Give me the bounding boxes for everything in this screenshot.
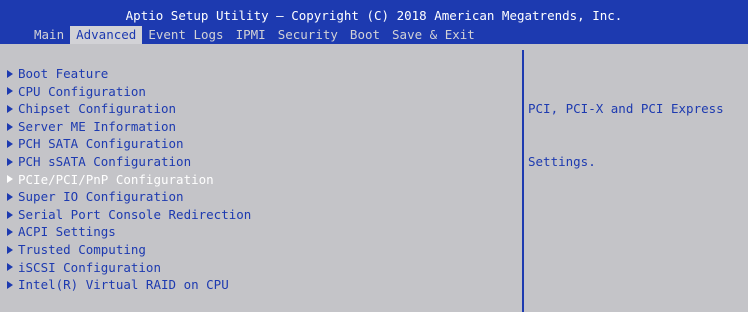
right-triangle-icon bbox=[7, 122, 13, 131]
menu-item-intel-virtual-raid-on-cpu[interactable]: Intel(R) Virtual RAID on CPU bbox=[6, 276, 251, 294]
menu-item-pcie-pci-pnp-configuration[interactable]: PCIe/PCI/PnP Configuration bbox=[6, 171, 251, 189]
menu-item-boot-feature[interactable]: Boot Feature bbox=[6, 65, 251, 83]
menu-item-acpi-settings[interactable]: ACPI Settings bbox=[6, 223, 251, 241]
menu-item-super-io-configuration[interactable]: Super IO Configuration bbox=[6, 188, 251, 206]
menu-item-label: Trusted Computing bbox=[18, 241, 146, 257]
right-triangle-icon bbox=[7, 228, 13, 237]
menu-item-label: CPU Configuration bbox=[18, 83, 146, 99]
right-triangle-icon bbox=[7, 245, 13, 254]
right-triangle-icon bbox=[7, 280, 13, 289]
tab-ipmi[interactable]: IPMI bbox=[230, 26, 272, 44]
right-triangle-icon bbox=[7, 263, 13, 272]
tab-main[interactable]: Main bbox=[28, 26, 70, 44]
right-triangle-icon bbox=[7, 69, 13, 78]
menu-item-trusted-computing[interactable]: Trusted Computing bbox=[6, 241, 251, 259]
menu-item-label: Serial Port Console Redirection bbox=[18, 206, 252, 222]
menu-item-label: Chipset Configuration bbox=[18, 101, 177, 117]
menu-item-chipset-configuration[interactable]: Chipset Configuration bbox=[6, 100, 251, 118]
tab-advanced[interactable]: Advanced bbox=[70, 26, 143, 44]
right-triangle-icon bbox=[7, 192, 13, 201]
main-panel: Boot Feature CPU Configuration Chipset C… bbox=[0, 50, 748, 312]
right-triangle-icon bbox=[7, 175, 13, 184]
right-triangle-icon bbox=[7, 140, 13, 149]
bios-setup-screen: Aptio Setup Utility – Copyright (C) 2018… bbox=[0, 0, 748, 312]
right-triangle-icon bbox=[7, 210, 13, 219]
menu-bar: Main Advanced Event Logs IPMI Security B… bbox=[28, 26, 481, 44]
header-bar: Aptio Setup Utility – Copyright (C) 2018… bbox=[0, 0, 748, 44]
menu-item-pch-ssata-configuration[interactable]: PCH sSATA Configuration bbox=[6, 153, 251, 171]
menu-item-label: Server ME Information bbox=[18, 118, 177, 134]
menu-item-label: PCH sSATA Configuration bbox=[18, 153, 192, 169]
app-title: Aptio Setup Utility – Copyright (C) 2018… bbox=[125, 8, 623, 23]
tab-boot[interactable]: Boot bbox=[344, 26, 386, 44]
right-triangle-icon bbox=[7, 87, 13, 96]
menu-item-server-me-information[interactable]: Server ME Information bbox=[6, 118, 251, 136]
tab-save-exit[interactable]: Save & Exit bbox=[386, 26, 481, 44]
menu-item-label: Intel(R) Virtual RAID on CPU bbox=[18, 277, 229, 293]
panel-divider bbox=[522, 50, 524, 312]
menu-item-label: PCIe/PCI/PnP Configuration bbox=[18, 171, 214, 187]
tab-security[interactable]: Security bbox=[272, 26, 344, 44]
help-text-line: Settings. bbox=[528, 153, 596, 169]
menu-item-iscsi-configuration[interactable]: iSCSI Configuration bbox=[6, 259, 251, 277]
menu-item-label: Boot Feature bbox=[18, 66, 109, 81]
menu-item-cpu-configuration[interactable]: CPU Configuration bbox=[6, 83, 251, 101]
menu-item-serial-port-console-redirection[interactable]: Serial Port Console Redirection bbox=[6, 206, 251, 224]
tab-event-logs[interactable]: Event Logs bbox=[142, 26, 229, 44]
menu-item-label: Super IO Configuration bbox=[18, 189, 184, 205]
submenu-list: Boot Feature CPU Configuration Chipset C… bbox=[6, 65, 251, 294]
help-panel: PCI, PCI-X and PCI Express Settings. bbox=[528, 65, 742, 206]
menu-item-pch-sata-configuration[interactable]: PCH SATA Configuration bbox=[6, 135, 251, 153]
right-triangle-icon bbox=[7, 157, 13, 166]
menu-item-label: PCH SATA Configuration bbox=[18, 136, 184, 152]
help-text-line: PCI, PCI-X and PCI Express bbox=[528, 101, 724, 117]
right-triangle-icon bbox=[7, 104, 13, 113]
menu-item-label: ACPI Settings bbox=[18, 224, 116, 240]
menu-item-label: iSCSI Configuration bbox=[18, 259, 161, 275]
